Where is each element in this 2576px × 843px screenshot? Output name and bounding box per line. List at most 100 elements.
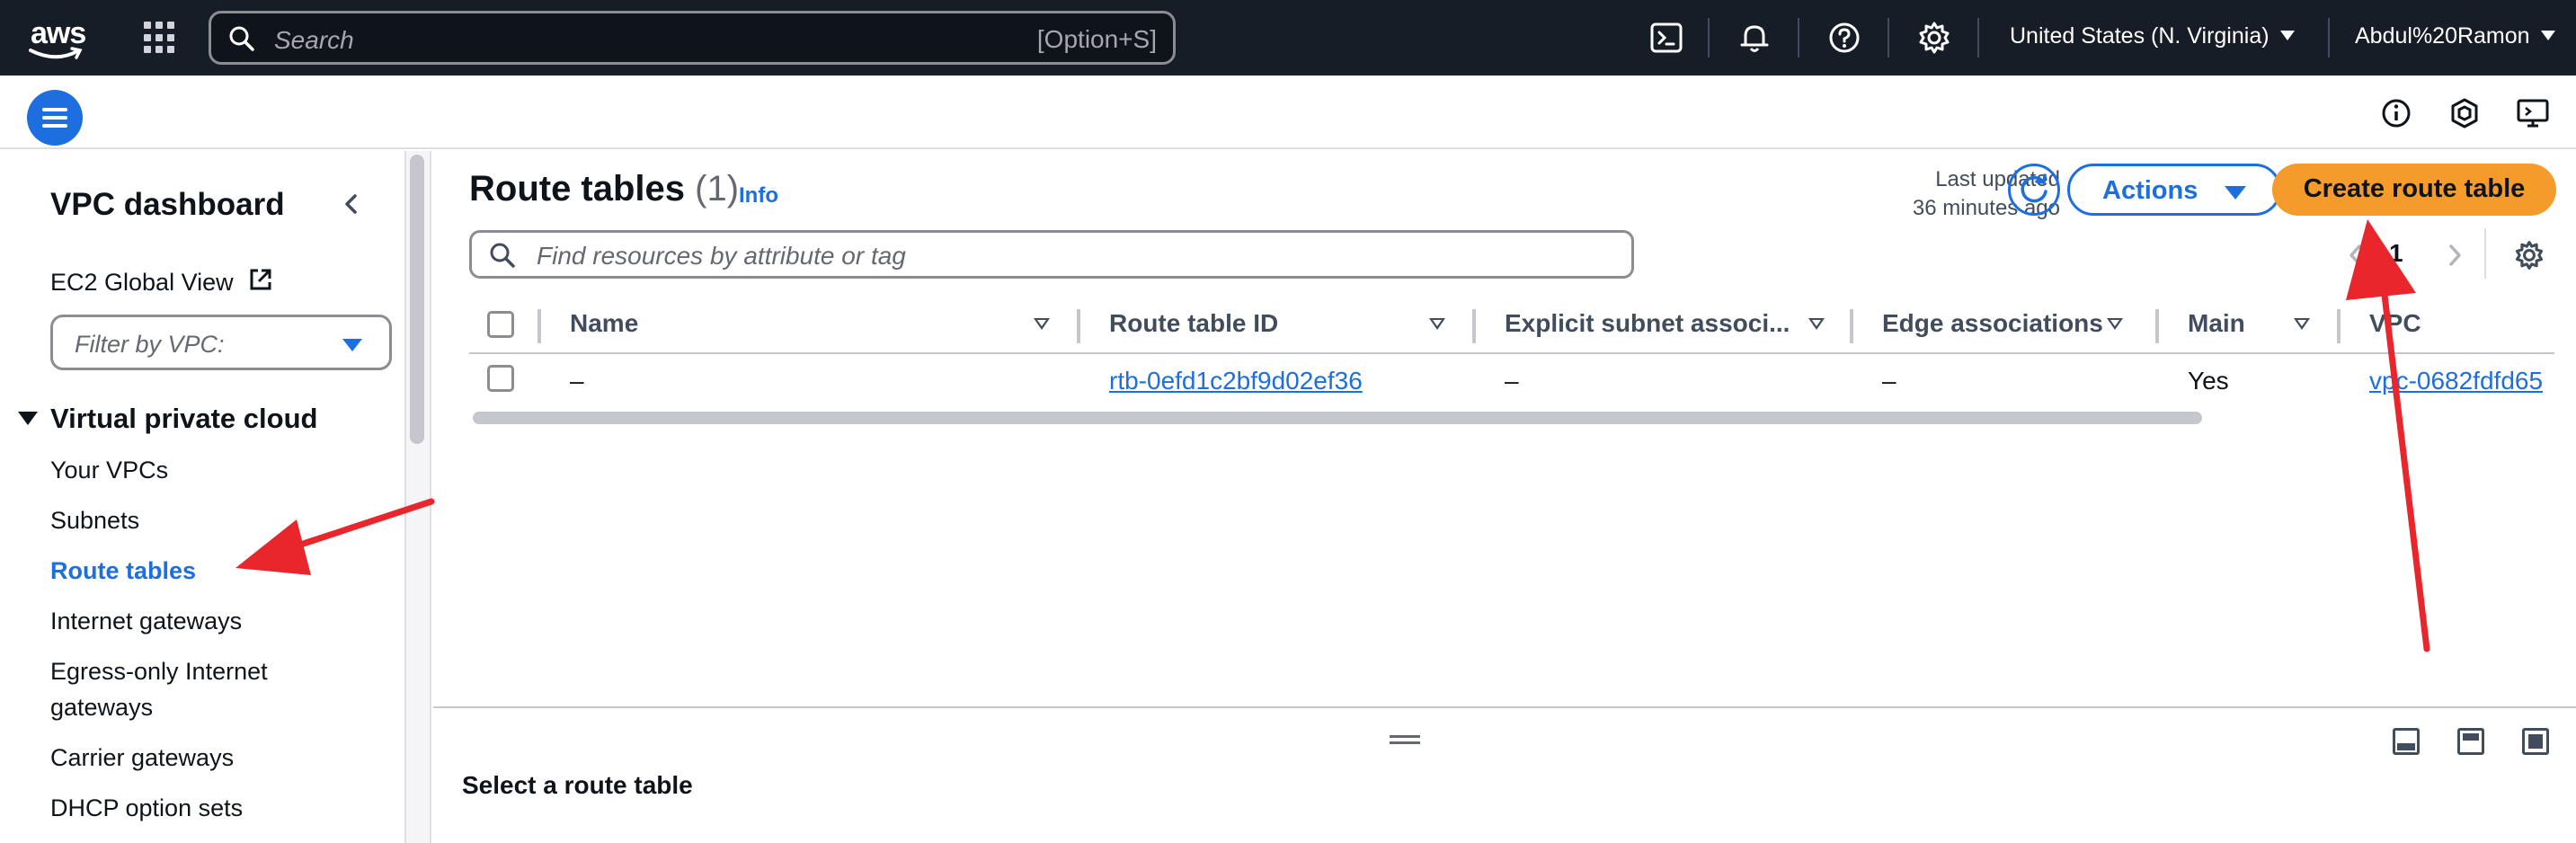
sidebar-item-egress-only-internet-gateways[interactable]: gateways bbox=[50, 694, 153, 722]
cube-icon[interactable] bbox=[2447, 95, 2483, 131]
sidebar-item-carrier-gateways[interactable]: Carrier gateways bbox=[50, 744, 234, 772]
split-panel-resize-handle[interactable] bbox=[1390, 735, 1420, 744]
sidebar-section-virtual-private-cloud[interactable]: Virtual private cloud bbox=[50, 403, 317, 435]
nav-divider bbox=[2328, 18, 2330, 58]
aws-logo[interactable]: aws bbox=[27, 13, 92, 63]
sidebar-item-label: EC2 Global View bbox=[50, 269, 234, 296]
pagination: 1 bbox=[2342, 237, 2522, 273]
nav-divider bbox=[1708, 18, 1710, 58]
actions-dropdown-button[interactable]: Actions bbox=[2067, 164, 2281, 216]
sidebar-item-ec2-global-view[interactable]: EC2 Global View bbox=[50, 266, 274, 297]
split-panel-bottom-icon[interactable] bbox=[2393, 728, 2420, 755]
route-tables-container: Route tables (1) Info Last updated 36 mi… bbox=[433, 151, 2576, 706]
sidebar-navigation: VPC dashboard EC2 Global View Filter by … bbox=[0, 151, 406, 843]
vpc-filter-placeholder: Filter by VPC: bbox=[75, 331, 225, 358]
table-filter-input[interactable]: Find resources by attribute or tag bbox=[469, 230, 1634, 279]
split-panel-full-icon[interactable] bbox=[2522, 728, 2549, 755]
page-title-text: Route tables bbox=[469, 169, 686, 209]
region-selector[interactable]: United States (N. Virginia) bbox=[2010, 23, 2295, 49]
caret-down-icon bbox=[2279, 31, 2295, 40]
sort-icon[interactable] bbox=[1034, 318, 1050, 330]
split-panel-side-icon[interactable] bbox=[2457, 728, 2484, 755]
cell-name: – bbox=[570, 367, 584, 395]
column-resizer[interactable] bbox=[1850, 309, 1853, 343]
row-select-checkbox[interactable] bbox=[487, 365, 514, 392]
create-route-table-button[interactable]: Create route table bbox=[2272, 164, 2556, 216]
previous-page-icon[interactable] bbox=[2342, 241, 2369, 270]
search-icon bbox=[229, 26, 254, 51]
column-header-vpc[interactable]: VPC bbox=[2369, 309, 2421, 338]
select-all-checkbox[interactable] bbox=[487, 311, 514, 338]
cell-vpc-link[interactable]: vpc-0682fdfd65 bbox=[2369, 367, 2543, 395]
sidebar-item-route-tables[interactable]: Route tables bbox=[50, 557, 196, 585]
column-header-edge-associations[interactable]: Edge associations bbox=[1882, 309, 2103, 338]
column-header-main[interactable]: Main bbox=[2188, 309, 2245, 338]
sidebar-title[interactable]: VPC dashboard bbox=[50, 187, 285, 223]
sidebar-item-internet-gateways[interactable]: Internet gateways bbox=[50, 608, 242, 635]
cell-explicit-subnet: – bbox=[1505, 367, 1519, 395]
pager-divider bbox=[2484, 228, 2486, 279]
table-horizontal-scrollbar[interactable] bbox=[473, 412, 2202, 424]
table-header-row: Name Route table ID Explicit subnet asso… bbox=[469, 295, 2554, 354]
global-search-input[interactable]: Search [Option+S] bbox=[209, 11, 1176, 65]
table-filter-placeholder: Find resources by attribute or tag bbox=[537, 242, 906, 270]
services-grid-icon[interactable] bbox=[144, 22, 176, 54]
feedback-icon[interactable] bbox=[2515, 95, 2551, 131]
search-shortcut: [Option+S] bbox=[1036, 25, 1157, 53]
account-menu[interactable]: Abdul%20Ramon bbox=[2355, 23, 2555, 49]
settings-icon[interactable] bbox=[1916, 20, 1952, 56]
info-circle-icon[interactable] bbox=[2378, 95, 2414, 131]
external-link-icon bbox=[250, 269, 271, 290]
nav-divider bbox=[1888, 18, 1889, 58]
caret-down-icon bbox=[342, 339, 362, 351]
next-page-icon[interactable] bbox=[2441, 241, 2468, 270]
actions-label: Actions bbox=[2102, 176, 2198, 205]
sort-icon[interactable] bbox=[1429, 318, 1445, 330]
column-resizer[interactable] bbox=[2337, 309, 2341, 343]
refresh-icon bbox=[2021, 173, 2047, 203]
column-header-name[interactable]: Name bbox=[570, 309, 638, 338]
column-resizer[interactable] bbox=[1472, 309, 1476, 343]
column-resizer[interactable] bbox=[2155, 309, 2159, 343]
account-name: Abdul%20Ramon bbox=[2355, 23, 2530, 49]
sidebar-item-your-vpcs[interactable]: Your VPCs bbox=[50, 457, 168, 484]
search-placeholder: Search bbox=[274, 26, 354, 54]
table-preferences-gear-icon[interactable] bbox=[2513, 239, 2545, 271]
console-sub-bar bbox=[0, 75, 2576, 149]
region-label: United States (N. Virginia) bbox=[2010, 23, 2270, 49]
page-number[interactable]: 1 bbox=[2389, 239, 2403, 268]
menu-button[interactable] bbox=[27, 90, 83, 146]
column-resizer[interactable] bbox=[537, 309, 541, 343]
info-link[interactable]: Info bbox=[739, 183, 778, 209]
refresh-button[interactable] bbox=[2008, 164, 2060, 216]
nav-divider bbox=[1798, 18, 1799, 58]
sort-icon[interactable] bbox=[2107, 318, 2123, 330]
column-header-route-table-id[interactable]: Route table ID bbox=[1109, 309, 1278, 338]
cell-main: Yes bbox=[2188, 367, 2229, 395]
section-expand-icon[interactable] bbox=[18, 412, 38, 425]
aws-smile-icon bbox=[29, 47, 83, 59]
top-navigation-bar: aws Search [Option+S] United States (N. … bbox=[0, 0, 2576, 75]
column-header-explicit-subnet-associations[interactable]: Explicit subnet associ... bbox=[1505, 309, 1790, 338]
collapse-sidebar-icon[interactable] bbox=[338, 191, 365, 217]
split-panel-title: Select a route table bbox=[462, 771, 693, 799]
sidebar-scrollbar[interactable] bbox=[410, 155, 424, 444]
page-title: Route tables (1) bbox=[469, 169, 739, 209]
cell-route-table-id-link[interactable]: rtb-0efd1c2bf9d02ef36 bbox=[1109, 367, 1363, 395]
cloudshell-icon[interactable] bbox=[1648, 20, 1684, 56]
split-panel: Select a route table bbox=[433, 706, 2576, 843]
sidebar-item-egress-only-internet-gateways[interactable]: Egress-only Internet bbox=[50, 658, 268, 686]
sort-icon[interactable] bbox=[1808, 318, 1825, 330]
search-icon bbox=[490, 243, 515, 268]
nav-divider bbox=[1977, 18, 1979, 58]
bell-icon[interactable] bbox=[1737, 20, 1772, 56]
table-row[interactable]: – rtb-0efd1c2bf9d02ef36 – – Yes vpc-0682… bbox=[469, 354, 2554, 403]
sidebar-item-subnets[interactable]: Subnets bbox=[50, 507, 139, 535]
resource-count: (1) bbox=[695, 169, 740, 209]
vpc-filter-select[interactable]: Filter by VPC: bbox=[50, 315, 392, 370]
sidebar-item-dhcp-option-sets[interactable]: DHCP option sets bbox=[50, 794, 243, 822]
column-resizer[interactable] bbox=[1077, 309, 1080, 343]
help-icon[interactable] bbox=[1826, 20, 1862, 56]
cell-edge-associations: – bbox=[1882, 367, 1896, 395]
sort-icon[interactable] bbox=[2294, 318, 2310, 330]
